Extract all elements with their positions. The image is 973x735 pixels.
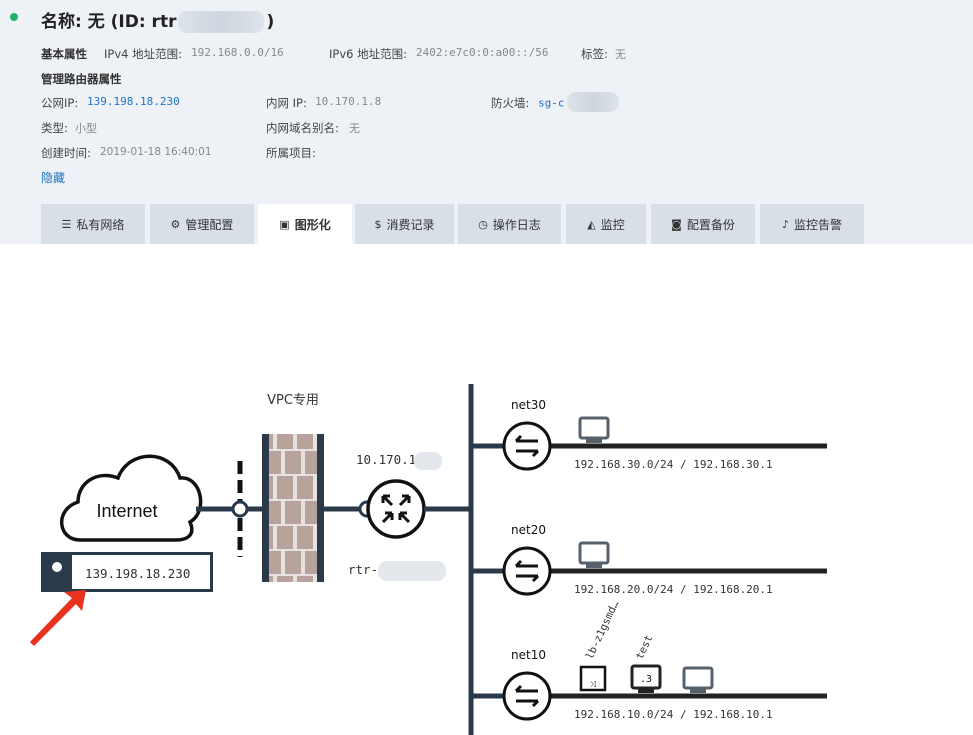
topology-diagram: Internet 139.198.18.230 VPC专用 10.170.1 r…: [30, 384, 827, 735]
created-value: 2019-01-18 16:40:01: [100, 146, 212, 158]
firewall-label: 防火墙:: [491, 96, 530, 110]
net20-cidr: 192.168.20.0/24 / 192.168.20.1: [574, 583, 773, 596]
lb-label: lb-z1gsmd…: [584, 599, 622, 661]
page-title: 名称: 无 (ID: rtr): [41, 11, 275, 33]
tab-management-config[interactable]: ⚙ 管理配置: [150, 204, 254, 244]
switch-icon: [502, 546, 552, 596]
managed-router-properties-label: 管理路由器属性: [41, 72, 122, 86]
gears-icon: ⚙: [170, 217, 181, 231]
router-info-panel: 名称: 无 (ID: rtr) 基本属性 IPv4 地址范围: 192.168.…: [0, 0, 973, 244]
annotation-arrow: [30, 590, 86, 646]
clock-icon: ◷: [478, 217, 488, 231]
tab-topology[interactable]: ▣ 图形化: [258, 204, 352, 244]
created-label: 创建时间:: [41, 146, 91, 160]
tag-value: 无: [615, 48, 626, 61]
router-name: rtr-: [348, 562, 378, 577]
server-icon[interactable]: [578, 541, 610, 570]
svg-text:.3: .3: [640, 674, 652, 685]
eip-port: [231, 500, 249, 518]
tab-monitoring[interactable]: ◭ 监控: [566, 204, 646, 244]
public-ip-link[interactable]: 139.198.18.230: [87, 95, 180, 108]
switch-icon: [502, 421, 552, 471]
tag-label: 标签:: [581, 47, 608, 61]
basic-properties-label: 基本属性: [41, 47, 87, 61]
domain-alias-label: 内网域名别名:: [266, 121, 339, 135]
area-chart-icon: ◭: [587, 217, 596, 231]
internet-label: Internet: [96, 501, 157, 521]
ipv4-value: 192.168.0.0/16: [191, 46, 284, 59]
network-net30[interactable]: net30 192.168.30.0/24 / 192.168.30.1: [471, 398, 827, 471]
id-redaction: [178, 11, 265, 33]
hide-link[interactable]: 隐藏: [41, 169, 65, 186]
ipv6-label: IPv6 地址范围:: [329, 47, 407, 61]
test-label: test: [634, 633, 656, 661]
tab-operation-log[interactable]: ◷ 操作日志: [458, 204, 561, 244]
net10-cidr: 192.168.10.0/24 / 192.168.10.1: [574, 708, 773, 721]
tab-private-network[interactable]: ☰ 私有网络: [41, 204, 145, 244]
net30-label: net30: [511, 398, 546, 412]
private-ip-label: 内网 IP:: [266, 96, 307, 110]
tab-billing-records[interactable]: $ 消费记录: [355, 204, 454, 244]
list-icon: ☰: [61, 217, 72, 231]
switch-icon: [502, 671, 552, 721]
svg-text:⤨: ⤨: [590, 680, 597, 689]
ipv6-value: 2402:e7c0:0:a00::/56: [416, 46, 549, 59]
net30-cidr: 192.168.30.0/24 / 192.168.30.1: [574, 458, 773, 471]
type-value: 小型: [75, 122, 97, 135]
router-name-redaction: [378, 561, 446, 581]
image-icon: ▣: [279, 217, 290, 231]
project-label: 所属项目:: [266, 146, 316, 160]
type-label: 类型:: [41, 121, 68, 135]
net10-label: net10: [511, 648, 546, 662]
public-ip-label: 公网IP:: [41, 96, 79, 110]
network-net10[interactable]: net10 ⤨ lb-z1gsmd… .3 test 192.168.10.0/…: [471, 599, 827, 721]
internet-cloud-icon: Internet: [59, 454, 203, 542]
vpc-label: VPC专用: [267, 393, 319, 408]
router-ip: 10.170.1: [356, 452, 416, 467]
server-icon[interactable]: [578, 416, 610, 445]
firewall-link[interactable]: sg-c: [538, 92, 619, 112]
eip-box[interactable]: 139.198.18.230: [41, 552, 213, 592]
domain-alias-value: 无: [349, 122, 360, 135]
firewall-redaction: [566, 92, 619, 112]
dollar-icon: $: [374, 217, 382, 231]
server-icon[interactable]: [682, 666, 714, 695]
firewall-wall-icon[interactable]: [262, 434, 324, 582]
ipv4-label: IPv4 地址范围:: [104, 47, 182, 61]
network-net20[interactable]: net20 192.168.20.0/24 / 192.168.20.1: [471, 523, 827, 596]
eip-value: 139.198.18.230: [85, 566, 190, 581]
router-ip-redaction: [414, 452, 442, 470]
bell-icon: ♪: [781, 217, 789, 231]
status-indicator: [10, 13, 18, 21]
net20-label: net20: [511, 523, 546, 537]
private-ip-value: 10.170.1.8: [315, 95, 382, 108]
camera-icon: ◙: [671, 217, 682, 231]
test-instance-icon[interactable]: .3: [630, 664, 662, 693]
tab-monitoring-alerts[interactable]: ♪ 监控告警: [760, 204, 864, 244]
router-icon[interactable]: [366, 479, 426, 539]
load-balancer-icon[interactable]: ⤨: [579, 665, 607, 692]
tab-config-backup[interactable]: ◙ 配置备份: [651, 204, 755, 244]
globe-icon: [52, 562, 62, 572]
